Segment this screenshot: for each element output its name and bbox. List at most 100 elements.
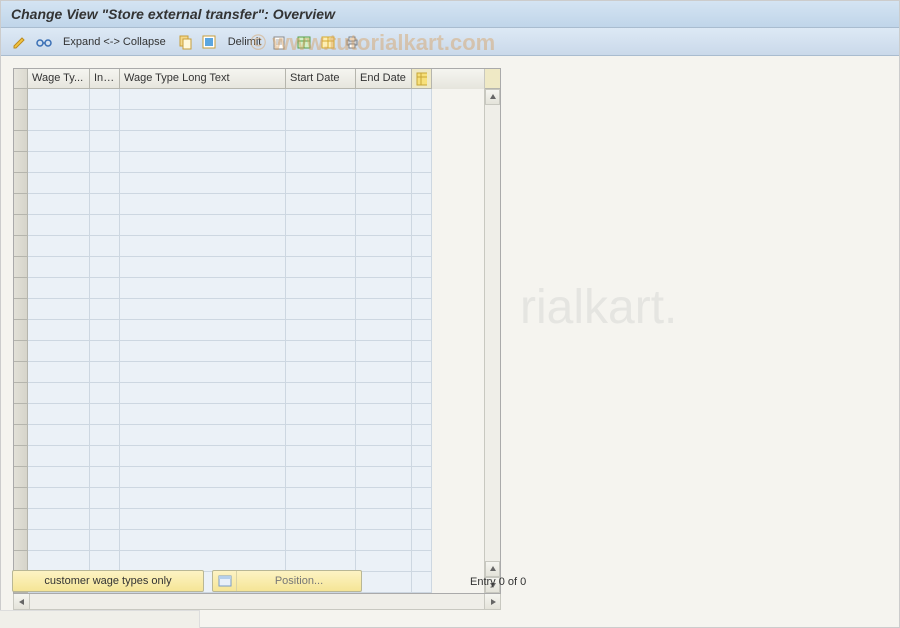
row-handle[interactable] xyxy=(14,551,28,572)
position-button[interactable]: Position... xyxy=(212,570,362,592)
cell-wage-type-long[interactable] xyxy=(120,194,286,215)
customer-wage-types-button[interactable]: customer wage types only xyxy=(12,570,204,592)
cell-inf[interactable] xyxy=(90,173,120,194)
cell-start-date[interactable] xyxy=(286,194,356,215)
cell-start-date[interactable] xyxy=(286,173,356,194)
cell-inf[interactable] xyxy=(90,152,120,173)
grid-corner[interactable] xyxy=(14,69,28,89)
expand-collapse-button[interactable]: Expand <-> Collapse xyxy=(59,36,170,48)
cell-start-date[interactable] xyxy=(286,509,356,530)
cell-inf[interactable] xyxy=(90,530,120,551)
cell-start-date[interactable] xyxy=(286,467,356,488)
row-handle[interactable] xyxy=(14,110,28,131)
cell-end-date[interactable] xyxy=(356,551,412,572)
cell-inf[interactable] xyxy=(90,131,120,152)
row-handle[interactable] xyxy=(14,236,28,257)
col-config-icon[interactable] xyxy=(412,69,432,89)
cell-inf[interactable] xyxy=(90,383,120,404)
cell-inf[interactable] xyxy=(90,299,120,320)
cell-inf[interactable] xyxy=(90,488,120,509)
print-icon[interactable] xyxy=(343,33,361,51)
cell-wage-type[interactable] xyxy=(28,257,90,278)
cell-wage-type[interactable] xyxy=(28,341,90,362)
col-header-end-date[interactable]: End Date xyxy=(356,69,412,89)
hscroll-track[interactable] xyxy=(30,594,484,609)
table-row[interactable] xyxy=(14,278,484,299)
col-header-inf[interactable]: Inf... xyxy=(90,69,120,89)
cell-wage-type[interactable] xyxy=(28,446,90,467)
cell-end-date[interactable] xyxy=(356,173,412,194)
cell-inf[interactable] xyxy=(90,446,120,467)
cell-wage-type-long[interactable] xyxy=(120,446,286,467)
table-row[interactable] xyxy=(14,467,484,488)
cell-wage-type[interactable] xyxy=(28,215,90,236)
cell-wage-type-long[interactable] xyxy=(120,299,286,320)
cell-wage-type-long[interactable] xyxy=(120,404,286,425)
cell-end-date[interactable] xyxy=(356,446,412,467)
cell-wage-type-long[interactable] xyxy=(120,131,286,152)
cell-wage-type[interactable] xyxy=(28,467,90,488)
cell-start-date[interactable] xyxy=(286,446,356,467)
cell-start-date[interactable] xyxy=(286,215,356,236)
table-row[interactable] xyxy=(14,425,484,446)
cell-end-date[interactable] xyxy=(356,572,412,593)
cell-wage-type-long[interactable] xyxy=(120,488,286,509)
cell-start-date[interactable] xyxy=(286,278,356,299)
cell-wage-type[interactable] xyxy=(28,425,90,446)
table-row[interactable] xyxy=(14,194,484,215)
cell-wage-type[interactable] xyxy=(28,362,90,383)
cell-wage-type-long[interactable] xyxy=(120,530,286,551)
cell-inf[interactable] xyxy=(90,362,120,383)
row-handle[interactable] xyxy=(14,383,28,404)
cell-start-date[interactable] xyxy=(286,152,356,173)
cell-wage-type[interactable] xyxy=(28,173,90,194)
cell-end-date[interactable] xyxy=(356,278,412,299)
table-yellow-icon[interactable] xyxy=(319,33,337,51)
cell-inf[interactable] xyxy=(90,278,120,299)
cell-inf[interactable] xyxy=(90,551,120,572)
col-header-start-date[interactable]: Start Date xyxy=(286,69,356,89)
scroll-up-icon[interactable] xyxy=(485,89,500,105)
cell-wage-type[interactable] xyxy=(28,236,90,257)
copy-icon[interactable] xyxy=(176,33,194,51)
cell-inf[interactable] xyxy=(90,110,120,131)
cell-start-date[interactable] xyxy=(286,383,356,404)
table-row[interactable] xyxy=(14,236,484,257)
cell-wage-type-long[interactable] xyxy=(120,467,286,488)
cell-wage-type-long[interactable] xyxy=(120,152,286,173)
cell-wage-type-long[interactable] xyxy=(120,362,286,383)
cell-wage-type-long[interactable] xyxy=(120,341,286,362)
cell-inf[interactable] xyxy=(90,425,120,446)
cell-inf[interactable] xyxy=(90,257,120,278)
cell-start-date[interactable] xyxy=(286,131,356,152)
cell-wage-type-long[interactable] xyxy=(120,89,286,110)
scroll-track[interactable] xyxy=(485,105,500,561)
cell-start-date[interactable] xyxy=(286,89,356,110)
cell-wage-type-long[interactable] xyxy=(120,509,286,530)
cell-start-date[interactable] xyxy=(286,362,356,383)
cell-inf[interactable] xyxy=(90,341,120,362)
cell-inf[interactable] xyxy=(90,467,120,488)
cell-end-date[interactable] xyxy=(356,404,412,425)
pencil-icon[interactable] xyxy=(11,33,29,51)
cell-wage-type-long[interactable] xyxy=(120,383,286,404)
table-row[interactable] xyxy=(14,383,484,404)
select-all-icon[interactable] xyxy=(200,33,218,51)
table-row[interactable] xyxy=(14,110,484,131)
row-handle[interactable] xyxy=(14,509,28,530)
cell-wage-type-long[interactable] xyxy=(120,278,286,299)
row-handle[interactable] xyxy=(14,404,28,425)
cell-end-date[interactable] xyxy=(356,425,412,446)
table-row[interactable] xyxy=(14,362,484,383)
table-row[interactable] xyxy=(14,173,484,194)
row-handle[interactable] xyxy=(14,341,28,362)
cell-wage-type-long[interactable] xyxy=(120,425,286,446)
cell-wage-type[interactable] xyxy=(28,320,90,341)
cell-end-date[interactable] xyxy=(356,488,412,509)
cell-start-date[interactable] xyxy=(286,236,356,257)
cell-end-date[interactable] xyxy=(356,257,412,278)
cell-end-date[interactable] xyxy=(356,299,412,320)
table-row[interactable] xyxy=(14,89,484,110)
cell-end-date[interactable] xyxy=(356,89,412,110)
cell-wage-type-long[interactable] xyxy=(120,320,286,341)
